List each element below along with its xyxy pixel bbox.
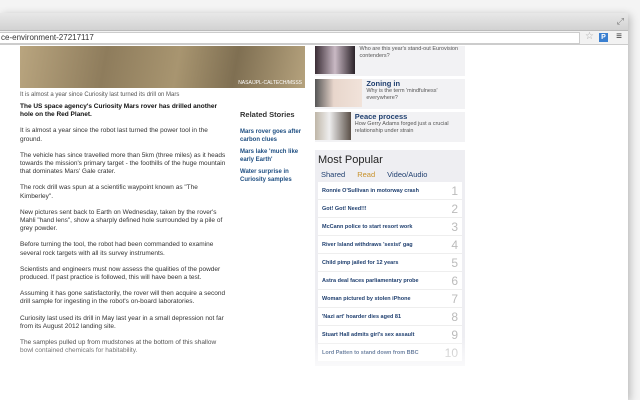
most-popular-item[interactable]: Astra deal faces parliamentary probe 6 <box>318 272 462 290</box>
toolbar: ce-environment-27217117 ☆ P ≡ <box>0 31 628 45</box>
fade-overlay <box>0 336 628 400</box>
extension-icon[interactable]: P <box>599 33 608 42</box>
promo-title: Peace process <box>354 112 408 121</box>
rank-number: 8 <box>451 309 458 324</box>
promo-item[interactable]: Zoning in Why is the term 'mindfulness' e… <box>315 79 465 109</box>
most-popular-item[interactable]: 'Nazi art' hoarder dies aged 81 8 <box>318 308 462 326</box>
address-bar[interactable]: ce-environment-27217117 <box>0 32 580 44</box>
article-paragraph: The vehicle has since travelled more tha… <box>20 151 226 176</box>
related-link[interactable]: Mars lake 'much like early Earth' <box>240 149 305 164</box>
article-paragraph: It is almost a year since the robot last… <box>20 127 208 143</box>
page-content: NASA/JPL-CALTECH/MSSS It is almost a yea… <box>0 46 628 400</box>
related-title: Related Stories <box>240 110 295 119</box>
article-paragraph: Assuming it has gone satisfactorily, the… <box>20 290 226 306</box>
tab-video-audio[interactable]: Video/Audio <box>387 170 427 179</box>
promo-thumbnail <box>315 79 363 107</box>
related-stories: Related Stories Mars rover goes after ca… <box>240 110 305 189</box>
promo-desc: How Gerry Adams forged just a crucial re… <box>354 121 449 134</box>
promo-item[interactable]: Who are this year's stand-out Eurovision… <box>315 46 465 76</box>
image-caption: It is almost a year since Curiosity last… <box>20 92 180 98</box>
most-popular-tabs: Shared Read Video/Audio <box>318 170 462 179</box>
article-paragraph: Before turning the tool, the robot had b… <box>20 241 214 257</box>
rank-number: 3 <box>451 219 458 234</box>
most-popular-item[interactable]: Ronnie O'Sullivan in motorway crash 1 <box>318 182 462 200</box>
headline: Ronnie O'Sullivan in motorway crash <box>322 187 419 194</box>
article-paragraph: New pictures sent back to Earth on Wedne… <box>20 208 223 233</box>
fullscreen-icon[interactable]: ⤢ <box>617 16 624 27</box>
most-popular-item[interactable]: McCann police to start resort work 3 <box>318 218 462 236</box>
tab-shared[interactable]: Shared <box>321 170 345 179</box>
rank-number: 2 <box>451 201 458 216</box>
rank-number: 7 <box>451 291 458 306</box>
sidebar: Who are this year's stand-out Eurovision… <box>315 46 465 366</box>
article-paragraph: The US space agency's Curiosity Mars rov… <box>20 103 217 119</box>
article-body: The US space agency's Curiosity Mars rov… <box>20 103 230 363</box>
image-credit: NASA/JPL-CALTECH/MSSS <box>238 80 302 86</box>
most-popular-title: Most Popular <box>318 154 383 166</box>
article-image: NASA/JPL-CALTECH/MSSS <box>20 46 305 88</box>
article-paragraph: Scientists and engineers must now assess… <box>20 265 221 282</box>
promo-desc: Who are this year's stand-out Eurovision… <box>359 46 459 59</box>
most-popular: Most Popular Shared Read Video/Audio Ron… <box>315 150 465 366</box>
rank-number: 6 <box>451 273 458 288</box>
headline: McCann police to start resort work <box>322 223 413 230</box>
most-popular-item[interactable]: Woman pictured by stolen iPhone 7 <box>318 290 462 308</box>
promo-desc: Why is the term 'mindfulness' everywhere… <box>366 88 438 101</box>
rank-number: 4 <box>451 237 458 252</box>
most-popular-item[interactable]: Child pimp jailed for 12 years 5 <box>318 254 462 272</box>
most-popular-item[interactable]: Got! Got! Need!!! 2 <box>318 200 462 218</box>
promo-thumbnail <box>315 112 351 140</box>
related-link[interactable]: Mars rover goes after carbon clues <box>240 129 305 144</box>
rank-number: 1 <box>451 183 458 198</box>
headline: Astra deal faces parliamentary probe <box>322 277 419 284</box>
headline: Child pimp jailed for 12 years <box>322 259 399 266</box>
promo-thumbnail <box>315 46 356 74</box>
headline: Got! Got! Need!!! <box>322 205 367 212</box>
article-paragraph: The rock drill was spun at a scientific … <box>20 184 198 200</box>
bookmark-star-icon[interactable]: ☆ <box>585 31 594 42</box>
headline: River Island withdraws 'sexist' gag <box>322 241 413 248</box>
promo-title: Zoning in <box>366 79 401 88</box>
browser-window: ⤢ ce-environment-27217117 ☆ P ≡ NASA/JPL… <box>0 13 628 400</box>
headline: Woman pictured by stolen iPhone <box>322 295 411 302</box>
article-paragraph: Curiosity last used its drill in May las… <box>20 314 224 330</box>
rank-number: 5 <box>451 255 458 270</box>
headline: 'Nazi art' hoarder dies aged 81 <box>322 313 402 320</box>
tab-read[interactable]: Read <box>357 170 375 179</box>
title-bar: ⤢ <box>0 13 628 31</box>
most-popular-item[interactable]: River Island withdraws 'sexist' gag 4 <box>318 236 462 254</box>
promo-item[interactable]: Peace process How Gerry Adams forged just… <box>315 112 465 142</box>
menu-icon[interactable]: ≡ <box>616 31 622 42</box>
related-link[interactable]: Water surprise in Curiosity samples <box>240 169 305 184</box>
